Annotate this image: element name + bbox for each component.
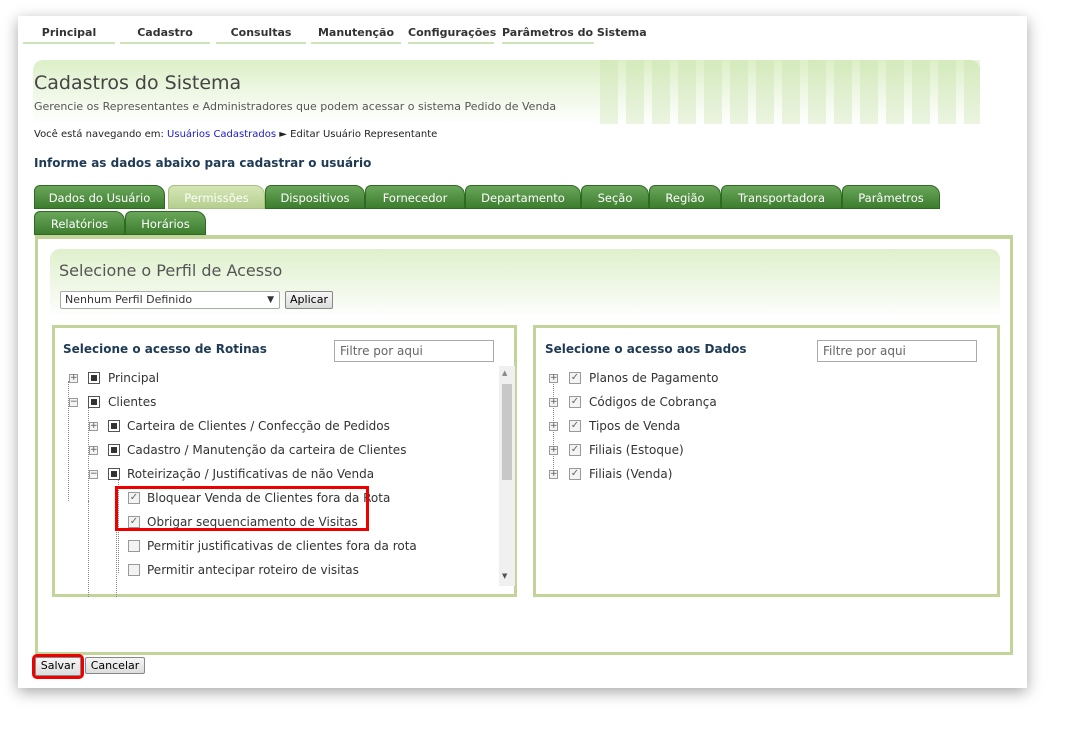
tab-1[interactable]: Permissões: [168, 185, 265, 209]
collapse-icon[interactable]: −: [69, 398, 78, 407]
scrollbar[interactable]: ▲ ▼: [499, 366, 515, 586]
tab-row2-0[interactable]: Relatórios: [34, 211, 125, 235]
nav-parametros[interactable]: Parâmetros do Sistema: [502, 26, 647, 44]
tree-item-label: Clientes: [108, 395, 157, 409]
tree-item-label: Filiais (Venda): [589, 467, 673, 481]
tree-item-label: Principal: [108, 371, 160, 385]
tab-2[interactable]: Dispositivos: [265, 185, 365, 209]
tree-item[interactable]: − Roteirização / Justificativas de não Ve…: [55, 464, 495, 484]
expand-icon[interactable]: +: [549, 398, 558, 407]
expand-icon[interactable]: +: [89, 446, 98, 455]
tree-item[interactable]: + Principal: [55, 368, 495, 388]
collapse-icon[interactable]: −: [89, 470, 98, 479]
tree-item[interactable]: + ✓ Filiais (Estoque): [536, 440, 976, 460]
tab-8[interactable]: Parâmetros: [842, 185, 940, 209]
breadcrumb-current: Editar Usuário Representante: [290, 129, 438, 140]
tree-item-label: Permitir antecipar roteiro de visitas: [147, 563, 359, 577]
tab-row2-1[interactable]: Horários: [125, 211, 206, 235]
tree-item[interactable]: + ✓ Códigos de Cobrança: [536, 392, 976, 412]
rotinas-title: Selecione o acesso de Rotinas: [63, 342, 267, 356]
tree-item[interactable]: Permitir antecipar roteiro de visitas: [55, 560, 495, 580]
chevron-down-icon: ▼: [267, 295, 274, 305]
tab-6[interactable]: Região: [649, 185, 721, 209]
tab-5[interactable]: Seção: [581, 185, 649, 209]
apply-button[interactable]: Aplicar: [285, 291, 333, 309]
tab-3[interactable]: Fornecedor: [365, 185, 465, 209]
perfil-selected: Nenhum Perfil Definido: [65, 293, 193, 306]
save-button[interactable]: Salvar: [32, 654, 84, 679]
expand-icon[interactable]: +: [69, 374, 78, 383]
tree-item-label: Planos de Pagamento: [589, 371, 719, 385]
checkbox[interactable]: ✓: [569, 396, 581, 408]
rotinas-filter-input[interactable]: Filtre por aqui: [334, 340, 494, 362]
cancel-button[interactable]: Cancelar: [85, 657, 145, 674]
perfil-title: Selecione o Perfil de Acesso: [59, 261, 283, 280]
expand-icon[interactable]: +: [89, 422, 98, 431]
tree-item-label: Carteira de Clientes / Confecção de Pedi…: [127, 419, 390, 433]
tab-7[interactable]: Transportadora: [721, 185, 842, 209]
partial-checkbox[interactable]: [88, 396, 100, 408]
banner-decoration: [600, 60, 980, 124]
page-title: Cadastros do Sistema: [34, 72, 242, 94]
tree-item[interactable]: − Clientes: [55, 392, 495, 412]
dados-filter-input[interactable]: Filtre por aqui: [817, 340, 977, 362]
scroll-up-icon[interactable]: ▲: [502, 369, 507, 377]
tree-item-label: Códigos de Cobrança: [589, 395, 717, 409]
expand-icon[interactable]: +: [549, 422, 558, 431]
nav-configuracoes[interactable]: Configurações: [408, 26, 496, 44]
expand-icon[interactable]: +: [549, 470, 558, 479]
tree-item[interactable]: + ✓ Planos de Pagamento: [536, 368, 976, 388]
tree-item-label: Tipos de Venda: [589, 419, 681, 433]
dados-panel: Selecione o acesso aos Dados Filtre por …: [533, 325, 1000, 597]
checkbox[interactable]: ✓: [569, 420, 581, 432]
highlight-box: [115, 486, 369, 531]
nav-manutencao[interactable]: Manutenção: [311, 26, 401, 44]
checkbox[interactable]: [128, 564, 140, 576]
tab-0[interactable]: Dados do Usuário: [34, 185, 165, 209]
tab-4[interactable]: Departamento: [465, 185, 581, 209]
breadcrumb: Você está navegando em: Usuários Cadastr…: [34, 129, 437, 140]
tree-item-label: Filiais (Estoque): [589, 443, 684, 457]
partial-checkbox[interactable]: [108, 468, 120, 480]
scroll-down-icon[interactable]: ▼: [502, 572, 507, 580]
dados-title: Selecione o acesso aos Dados: [545, 342, 747, 356]
partial-checkbox[interactable]: [108, 444, 120, 456]
partial-checkbox[interactable]: [108, 420, 120, 432]
tree-item-label: Roteirização / Justificativas de não Ven…: [127, 467, 375, 481]
checkbox[interactable]: [128, 540, 140, 552]
tree-item[interactable]: + ✓ Tipos de Venda: [536, 416, 976, 436]
expand-icon[interactable]: +: [549, 446, 558, 455]
nav-principal[interactable]: Principal: [23, 26, 115, 44]
nav-consultas[interactable]: Consultas: [216, 26, 306, 44]
perfil-select[interactable]: Nenhum Perfil Definido ▼: [60, 291, 280, 309]
form-heading: Informe as dados abaixo para cadastrar o…: [34, 156, 372, 170]
tree-item[interactable]: + ✓ Filiais (Venda): [536, 464, 976, 484]
breadcrumb-link[interactable]: Usuários Cadastrados: [167, 129, 276, 140]
tree-item-label: Cadastro / Manutenção da carteira de Cli…: [127, 443, 407, 457]
breadcrumb-prefix: Você está navegando em:: [34, 129, 164, 140]
tree-item[interactable]: + Cadastro / Manutenção da carteira de Cl…: [55, 440, 495, 460]
partial-checkbox[interactable]: [88, 372, 100, 384]
page-subtitle: Gerencie os Representantes e Administrad…: [34, 100, 557, 113]
checkbox[interactable]: ✓: [569, 372, 581, 384]
expand-icon[interactable]: +: [549, 374, 558, 383]
breadcrumb-separator: ►: [279, 129, 287, 140]
nav-cadastro[interactable]: Cadastro: [120, 26, 210, 44]
scrollbar-thumb[interactable]: [502, 384, 512, 480]
tree-item-label: Permitir justificativas de clientes fora…: [147, 539, 417, 553]
checkbox[interactable]: ✓: [569, 444, 581, 456]
tree-item[interactable]: + Carteira de Clientes / Confecção de Ped…: [55, 416, 495, 436]
checkbox[interactable]: ✓: [569, 468, 581, 480]
tree-item[interactable]: Permitir justificativas de clientes fora…: [55, 536, 495, 556]
rotinas-panel: Selecione o acesso de Rotinas Filtre por…: [52, 325, 517, 597]
page: Principal Cadastro Consultas Manutenção …: [18, 16, 1027, 688]
